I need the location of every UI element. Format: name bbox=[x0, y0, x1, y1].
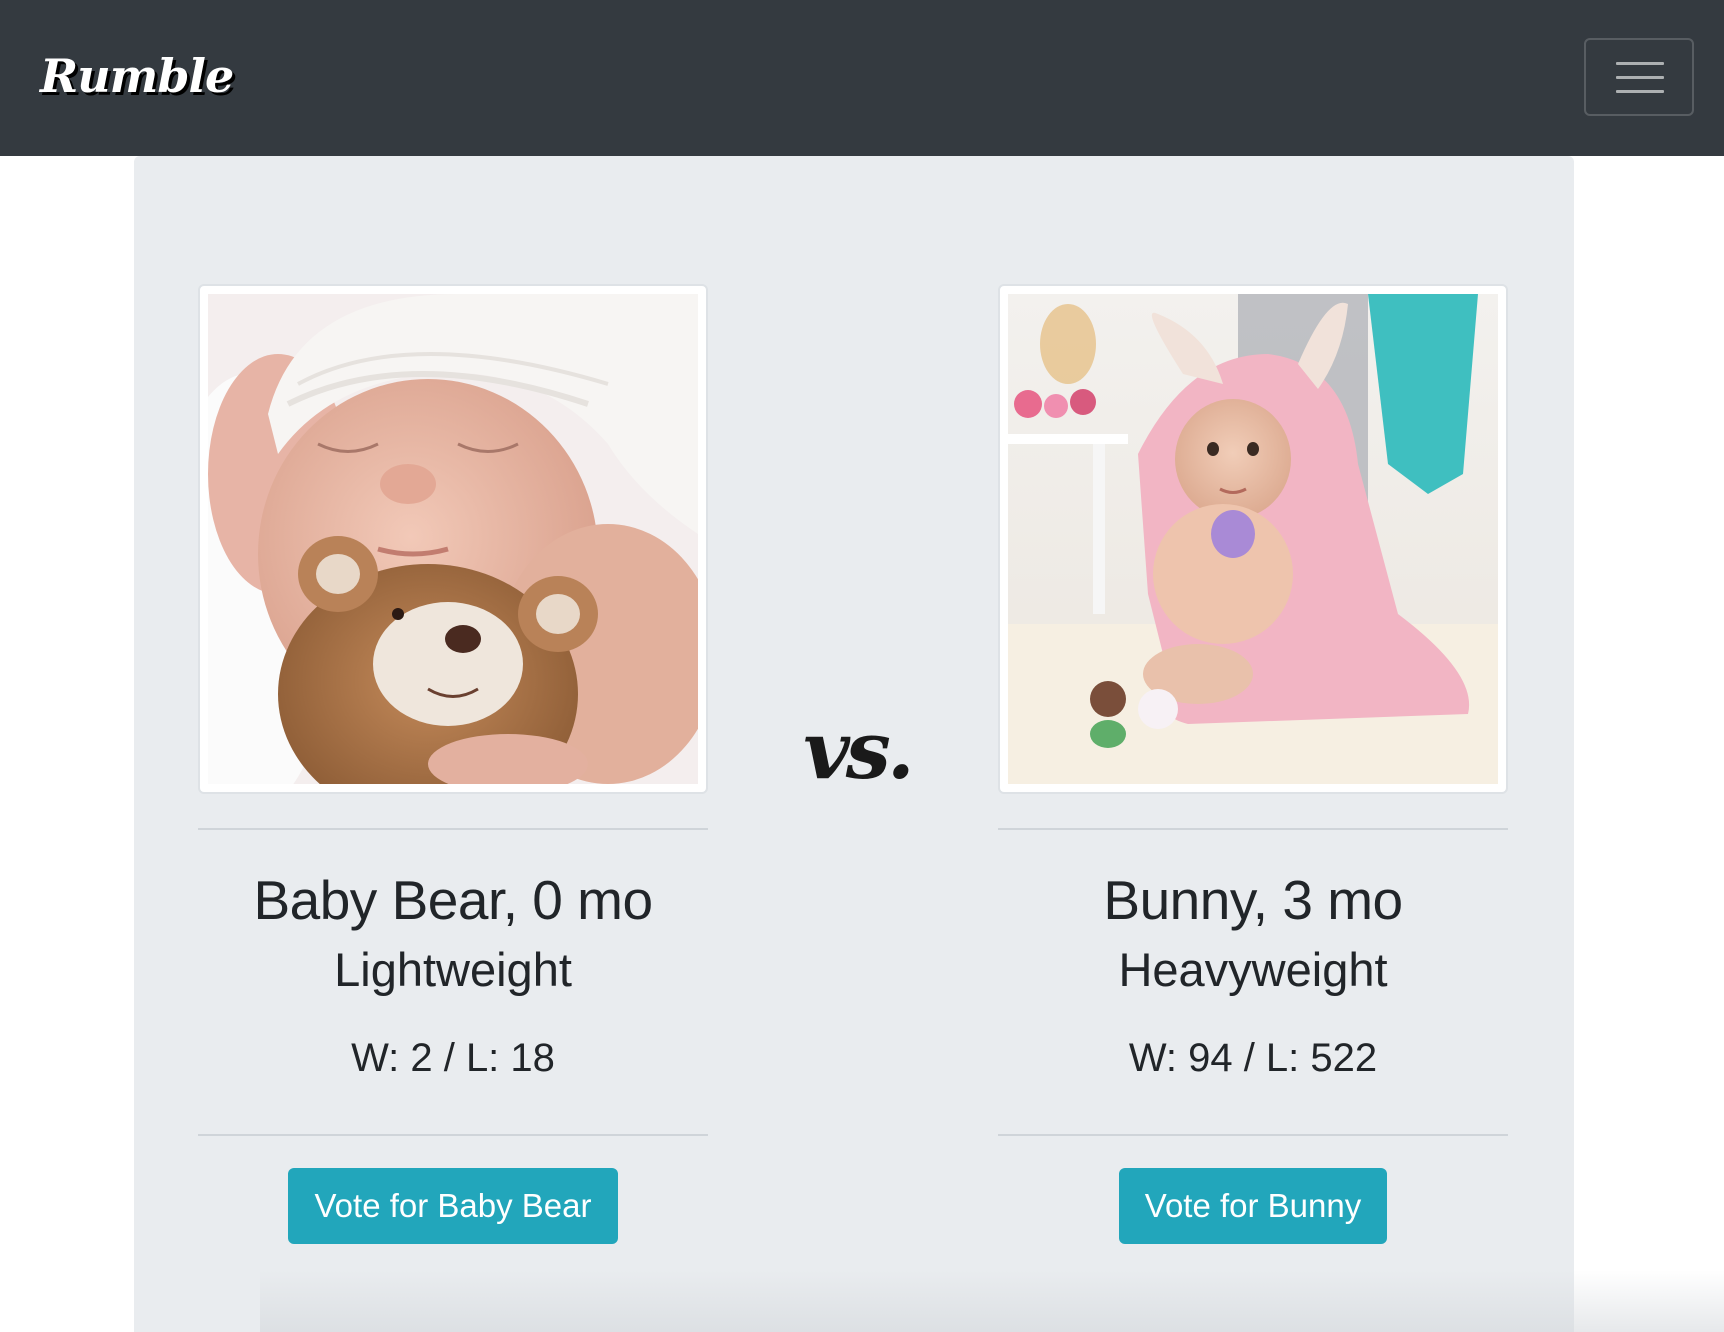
weight-class: Heavyweight bbox=[1118, 943, 1388, 996]
navbar: Rumble bbox=[0, 0, 1724, 156]
divider bbox=[998, 828, 1508, 830]
divider bbox=[198, 828, 708, 830]
contender-photo-bunny bbox=[1008, 294, 1498, 784]
contender-name: Baby Bear, 0 mo bbox=[253, 869, 653, 931]
divider bbox=[198, 1134, 708, 1136]
brand-logo[interactable]: Rumble bbox=[40, 40, 234, 112]
navbar-toggler-button[interactable] bbox=[1584, 38, 1694, 116]
versus-label: vs. bbox=[803, 703, 914, 797]
win-loss-record: W: 94 / L: 522 bbox=[1128, 1036, 1378, 1080]
contender-photo-baby-bear bbox=[208, 294, 698, 784]
contender-card-left: Baby Bear, 0 mo Lightweight W: 2 / L: 18… bbox=[198, 284, 708, 1244]
divider bbox=[998, 1134, 1508, 1136]
contender-card-right: Bunny, 3 mo Heavyweight W: 94 / L: 522 V… bbox=[998, 284, 1508, 1244]
contender-name: Bunny, 3 mo bbox=[1103, 869, 1403, 931]
contender-photo-frame bbox=[998, 284, 1508, 794]
win-loss-record: W: 2 / L: 18 bbox=[351, 1036, 555, 1080]
vote-baby-bear-button[interactable]: Vote for Baby Bear bbox=[288, 1168, 618, 1244]
vote-bunny-button[interactable]: Vote for Bunny bbox=[1118, 1168, 1388, 1244]
contender-photo-frame bbox=[198, 284, 708, 794]
weight-class: Lightweight bbox=[334, 943, 572, 996]
